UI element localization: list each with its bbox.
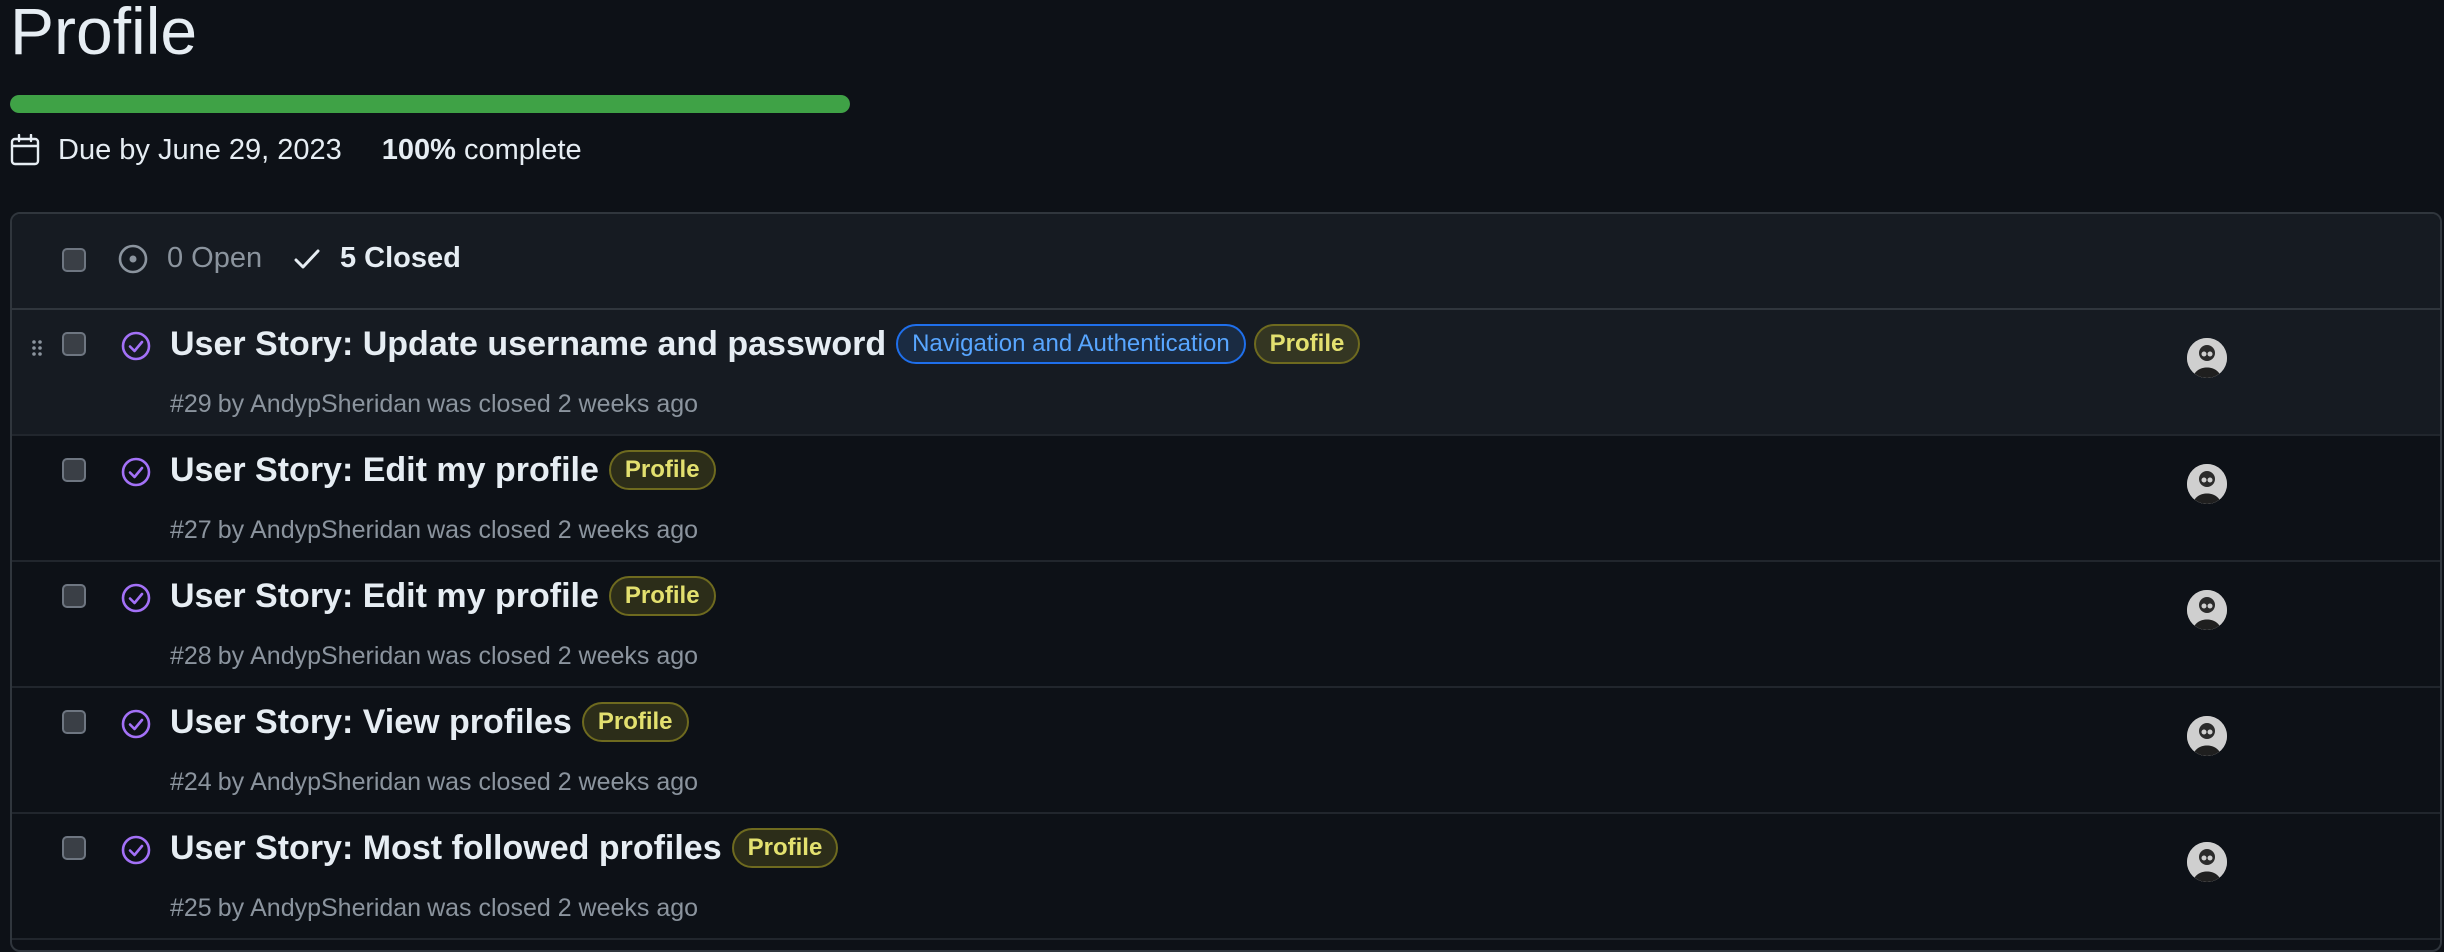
- issue-number: #28: [170, 642, 212, 670]
- issue-meta: #24 by AndypSheridan was closed 2 weeks ago: [170, 768, 704, 797]
- issue-checkbox[interactable]: [62, 584, 86, 608]
- drag-handle-icon[interactable]: [30, 338, 44, 358]
- closed-issues-filter[interactable]: 5 Closed: [292, 242, 461, 275]
- open-count-label: 0 Open: [167, 242, 263, 274]
- issue-closed-icon: [120, 330, 152, 362]
- open-issues-filter[interactable]: 0 Open: [117, 242, 262, 275]
- issue-closed-icon: [120, 834, 152, 866]
- issue-title-link[interactable]: User Story: View profiles: [170, 703, 572, 742]
- percent-suffix: complete: [463, 133, 582, 166]
- issue-by: by: [217, 390, 245, 418]
- issue-title-line: User Story: Edit my profile Profile: [170, 450, 724, 490]
- issue-meta: #27 by AndypSheridan was closed 2 weeks ago: [170, 516, 704, 545]
- issue-by: by: [217, 768, 245, 796]
- issue-number: #27: [170, 516, 212, 544]
- percent-complete: 100%: [381, 133, 456, 166]
- issue-row[interactable]: User Story: Most followed profiles Profi…: [12, 814, 2440, 940]
- avatar[interactable]: [2187, 842, 2227, 882]
- avatar[interactable]: [2187, 464, 2227, 504]
- issue-label[interactable]: Profile: [731, 828, 839, 868]
- issue-label[interactable]: Profile: [1253, 324, 1361, 364]
- issue-number: #25: [170, 894, 212, 922]
- avatar[interactable]: [2187, 716, 2227, 756]
- issue-status: was closed 2 weeks ago: [427, 390, 699, 418]
- issue-status: was closed 2 weeks ago: [427, 642, 699, 670]
- issue-label[interactable]: Profile: [608, 450, 716, 490]
- issue-status: was closed 2 weeks ago: [427, 894, 699, 922]
- issue-row[interactable]: User Story: Update username and password…: [12, 310, 2440, 436]
- issue-status: was closed 2 weeks ago: [427, 516, 699, 544]
- issue-by: by: [217, 516, 245, 544]
- issue-status: was closed 2 weeks ago: [427, 768, 699, 796]
- issue-meta: #28 by AndypSheridan was closed 2 weeks ago: [170, 642, 704, 671]
- issue-by: by: [217, 894, 245, 922]
- select-all-checkbox[interactable]: [62, 248, 86, 272]
- issue-checkbox[interactable]: [62, 458, 86, 482]
- issue-row[interactable]: User Story: Edit my profile Profile #27 b…: [12, 436, 2440, 562]
- calendar-icon: [10, 134, 40, 166]
- issue-closed-icon: [120, 582, 152, 614]
- issue-author-link[interactable]: AndypSheridan: [250, 642, 421, 670]
- issue-title-link[interactable]: User Story: Edit my profile: [170, 451, 599, 490]
- issue-title-link[interactable]: User Story: Update username and password: [170, 325, 886, 364]
- progress-fill: [10, 95, 850, 113]
- due-date: Due by June 29, 2023: [58, 133, 342, 166]
- issue-author-link[interactable]: AndypSheridan: [250, 894, 421, 922]
- page-title: Profile: [10, 0, 198, 68]
- issue-label[interactable]: Profile: [581, 702, 689, 742]
- issue-open-icon: [117, 243, 149, 275]
- issue-closed-icon: [120, 456, 152, 488]
- issue-labels: Profile: [608, 450, 724, 490]
- closed-count-label: 5 Closed: [340, 242, 461, 274]
- issue-number: #29: [170, 390, 212, 418]
- issue-checkbox[interactable]: [62, 836, 86, 860]
- issues-list: 0 Open 5 Closed User Story: Update usern…: [10, 212, 2442, 952]
- issue-title-line: User Story: View profiles Profile: [170, 702, 697, 742]
- avatar[interactable]: [2187, 338, 2227, 378]
- issue-labels: Navigation and Authentication Profile: [896, 324, 1368, 364]
- issue-author-link[interactable]: AndypSheridan: [250, 390, 421, 418]
- issue-title-line: User Story: Update username and password…: [170, 324, 1368, 364]
- issue-author-link[interactable]: AndypSheridan: [250, 768, 421, 796]
- check-icon: [292, 244, 322, 274]
- issue-author-link[interactable]: AndypSheridan: [250, 516, 421, 544]
- issue-title-line: User Story: Most followed profiles Profi…: [170, 828, 846, 868]
- issue-checkbox[interactable]: [62, 710, 86, 734]
- milestone-meta: Due by June 29, 2023 100% complete: [10, 130, 582, 170]
- issue-meta: #29 by AndypSheridan was closed 2 weeks ago: [170, 390, 704, 419]
- issue-label[interactable]: Navigation and Authentication: [896, 324, 1246, 364]
- issues-list-header: 0 Open 5 Closed: [12, 214, 2440, 310]
- issue-title-link[interactable]: User Story: Most followed profiles: [170, 829, 722, 868]
- issue-number: #24: [170, 768, 212, 796]
- progress-bar: [10, 95, 850, 113]
- issue-row[interactable]: User Story: View profiles Profile #24 by A…: [12, 688, 2440, 814]
- avatar[interactable]: [2187, 590, 2227, 630]
- issue-title-line: User Story: Edit my profile Profile: [170, 576, 724, 616]
- issue-title-link[interactable]: User Story: Edit my profile: [170, 577, 599, 616]
- issue-labels: Profile: [731, 828, 847, 868]
- issue-checkbox[interactable]: [62, 332, 86, 356]
- milestone-page: Profile Due by June 29, 2023 100% comple…: [0, 0, 2444, 952]
- issue-closed-icon: [120, 708, 152, 740]
- issue-labels: Profile: [608, 576, 724, 616]
- issue-labels: Profile: [581, 702, 697, 742]
- issue-row[interactable]: User Story: Edit my profile Profile #28 b…: [12, 562, 2440, 688]
- issue-meta: #25 by AndypSheridan was closed 2 weeks ago: [170, 894, 704, 923]
- issue-label[interactable]: Profile: [608, 576, 716, 616]
- issue-by: by: [217, 642, 245, 670]
